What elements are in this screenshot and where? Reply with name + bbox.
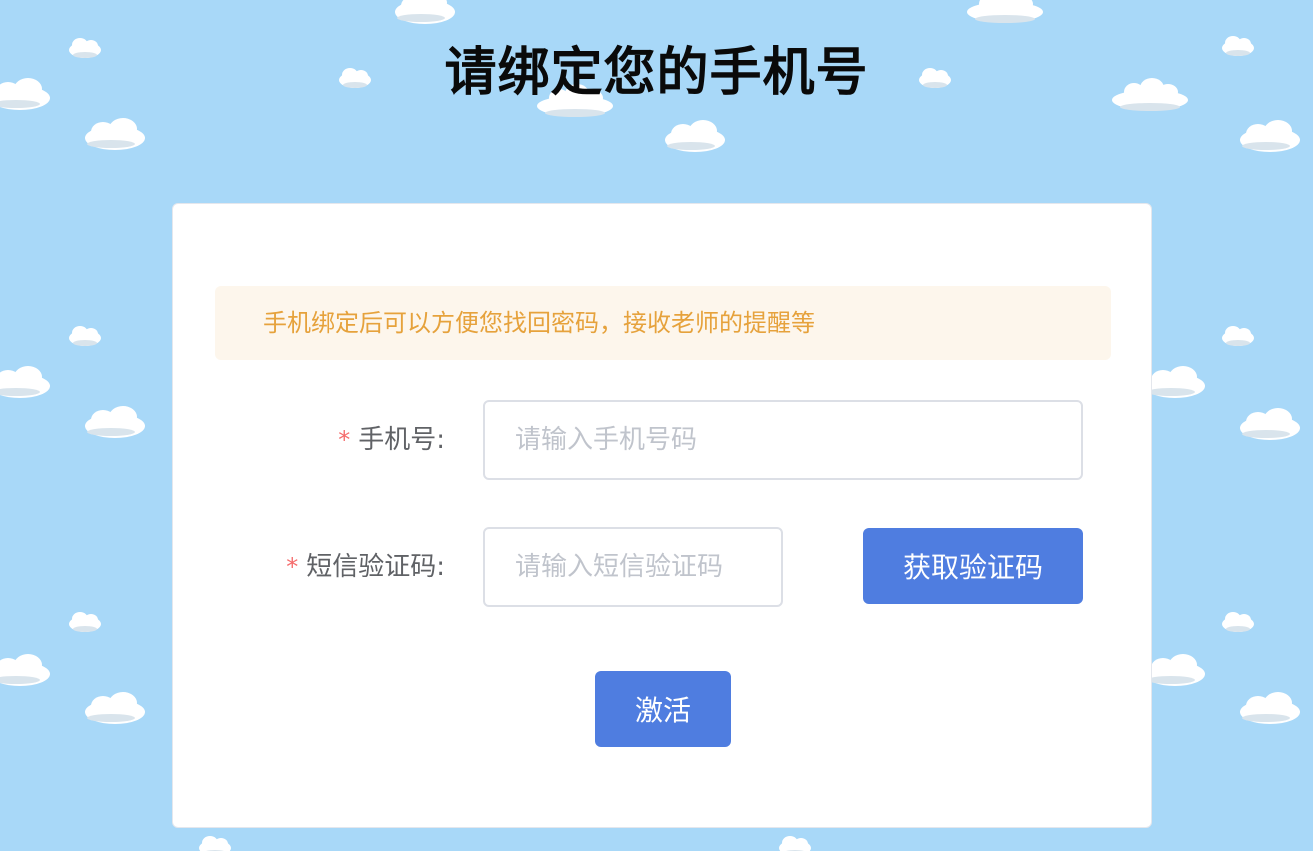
phone-label-text: 手机号:: [358, 425, 445, 455]
activate-button[interactable]: 激活: [595, 671, 731, 747]
required-mark: *: [338, 426, 351, 454]
send-code-button[interactable]: 获取验证码: [863, 528, 1083, 604]
required-mark: *: [286, 553, 299, 581]
sms-code-form-row: *短信验证码: 获取验证码: [173, 527, 1153, 607]
notice-alert: 手机绑定后可以方便您找回密码，接收老师的提醒等: [215, 286, 1111, 360]
phone-input[interactable]: [483, 400, 1083, 480]
phone-form-row: * 手机号:: [173, 400, 1153, 480]
sms-code-input[interactable]: [483, 527, 783, 607]
sms-code-label-text: 短信验证码:: [306, 552, 445, 582]
phone-label: * 手机号:: [338, 400, 445, 480]
sms-code-label: * 短信验证码:: [286, 527, 445, 607]
page-title: 请绑定您的手机号: [444, 43, 869, 103]
bind-phone-card: 手机绑定后可以方便您找回密码，接收老师的提醒等 *手机号: *短信验证码: 获取…: [172, 203, 1152, 828]
